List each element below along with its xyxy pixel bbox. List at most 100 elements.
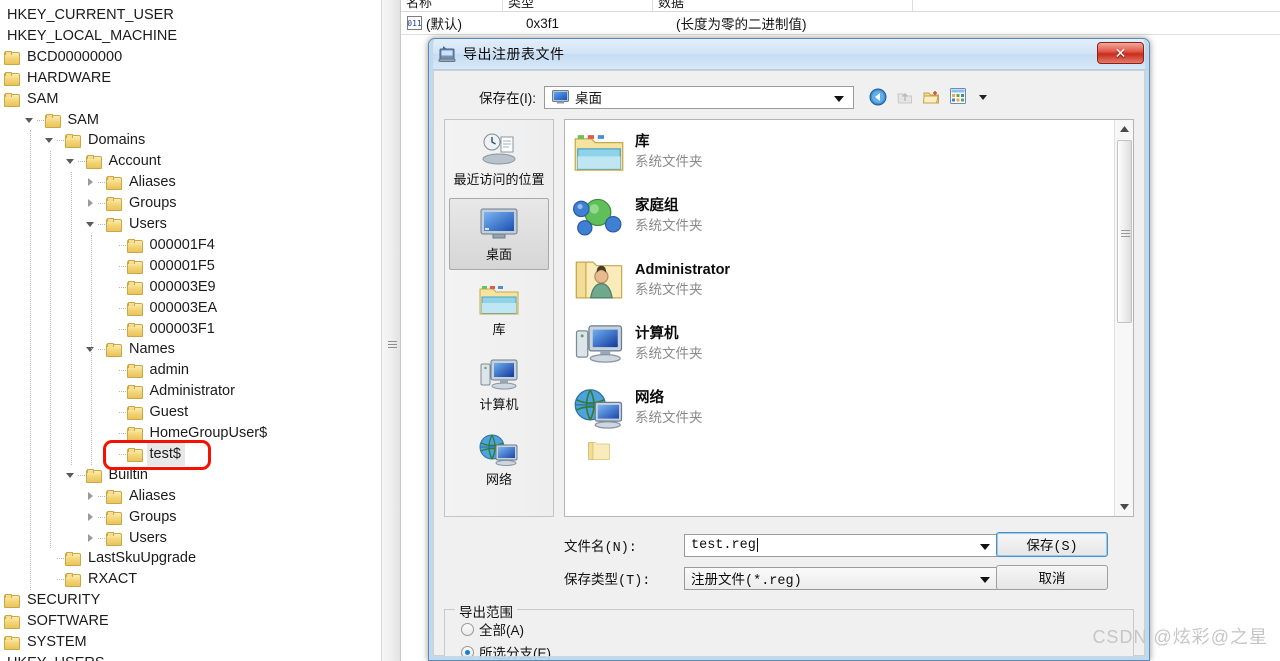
tree-item[interactable]: Users [86,214,171,235]
tree-item[interactable]: Aliases [86,486,180,507]
registry-tree-pane[interactable]: HKEY_CURRENT_USER HKEY_LOCAL_MACHINE BCD00… [0,0,381,661]
tree-item[interactable]: 000003F1 [107,319,219,340]
scroll-up-icon[interactable] [1115,120,1133,138]
tree-item[interactable]: HKEY_USERS [4,653,109,661]
tree-item[interactable]: HARDWARE [4,68,115,89]
tree-item[interactable]: HKEY_LOCAL_MACHINE [4,26,181,47]
tree-connector [57,140,64,142]
tree-item[interactable]: HKEY_CURRENT_USER [4,5,178,26]
tree-item-label: Guest [149,404,189,421]
tree-item[interactable]: Builtin [65,465,153,486]
place-item-3[interactable]: 计算机 [449,348,549,420]
tree-item[interactable]: HomeGroupUser$ [107,423,272,444]
folder-icon [126,280,143,295]
expand-arrow-icon[interactable] [86,533,97,544]
expand-arrow-icon[interactable] [86,198,97,209]
tree-item[interactable]: Groups [86,507,181,528]
tree-item[interactable]: SECURITY [4,590,104,611]
collapse-arrow-icon[interactable] [24,115,36,126]
tree-item[interactable]: 000003E9 [107,277,220,298]
tree-item-label: Aliases [129,174,176,191]
radio-export-all[interactable]: 全部(A) [461,619,524,639]
place-item-0[interactable]: 最近访问的位置 [449,123,549,195]
place-item-4[interactable]: 网络 [449,423,549,495]
save-button[interactable]: 保存(S) [996,532,1108,557]
column-header-name[interactable]: 名称 [401,0,503,11]
tree-item[interactable]: 000003EA [107,298,222,319]
tree-item[interactable]: Users [86,528,171,549]
folder-icon [65,573,81,588]
tree-item[interactable]: Names [86,339,179,360]
chevron-down-icon[interactable] [979,94,987,100]
expand-arrow-icon[interactable] [86,177,97,188]
tree-item[interactable]: SAM [24,110,103,131]
expand-arrow-icon[interactable] [86,491,97,502]
collapse-arrow-icon[interactable] [65,470,77,481]
tree-item[interactable]: Administrator [107,381,239,402]
collapse-arrow-icon[interactable] [45,135,56,146]
tree-item[interactable]: Guest [107,402,193,423]
list-item[interactable]: 库系统文件夹 [565,120,1133,184]
cancel-button[interactable]: 取消 [996,565,1108,590]
tree-item[interactable]: admin [107,360,194,381]
tree-item[interactable]: SYSTEM [4,632,91,653]
list-item[interactable]: 网络 系统文件夹 [565,376,1133,440]
folder-icon [106,176,122,191]
table-row[interactable]: 011 (默认) 0x3f1 (长度为零的二进制值) [401,12,1280,34]
text-caret [756,538,758,552]
tree-item[interactable]: test$ [107,442,185,466]
tree-item[interactable]: Aliases [86,172,180,193]
back-icon[interactable] [869,88,887,106]
tree-item[interactable]: 000001F4 [107,235,219,256]
tree-item[interactable]: Domains [45,130,149,151]
folder-icon [4,636,20,650]
tree-connector [98,182,105,184]
tree-item-label: LastSkuUpgrade [88,550,197,567]
file-list[interactable]: 库系统文件夹 家庭组 系统文件夹 Administrator 系统文件夹 计算机… [564,119,1134,517]
save-in-dropdown[interactable]: 桌面 [544,85,854,109]
close-icon[interactable]: ✕ [1097,42,1144,64]
scrollbar-thumb[interactable] [1117,140,1132,323]
folder-icon [573,425,625,477]
collapse-arrow-icon[interactable] [86,219,97,230]
collapse-arrow-icon[interactable] [65,156,77,167]
filetype-dropdown[interactable]: 注册文件(*.reg) [684,566,999,590]
list-item[interactable]: 计算机 系统文件夹 [565,312,1133,376]
pane-splitter[interactable] [381,0,401,661]
folder-icon [106,343,122,358]
place-item-2[interactable]: 库 [449,273,549,345]
column-header-type[interactable]: 类型 [503,0,653,11]
tree-item[interactable]: RXACT [45,569,141,590]
chevron-down-icon[interactable] [834,95,844,102]
new-folder-icon[interactable] [922,88,941,106]
chevron-down-icon[interactable] [980,543,990,550]
list-item[interactable]: Administrator 系统文件夹 [565,248,1133,312]
file-list-scrollbar[interactable] [1114,120,1133,516]
tree-item[interactable]: SOFTWARE [4,611,113,632]
tree-item[interactable]: Groups [86,193,181,214]
scroll-down-icon[interactable] [1115,498,1133,516]
folder-icon [4,50,20,65]
tree-item[interactable]: BCD00000000 [4,47,126,68]
filename-input[interactable]: test.reg [684,533,999,557]
views-icon[interactable] [950,88,968,106]
list-item-partial[interactable] [565,440,1133,462]
value-data-cell: (长度为零的二进制值) [676,17,807,32]
list-item[interactable]: 家庭组 系统文件夹 [565,184,1133,248]
folder-icon [44,113,61,128]
tree-item-label: Aliases [129,487,176,504]
radio-export-branch[interactable]: 所选分支(E) [461,642,551,660]
tree-item[interactable]: 000001F5 [107,256,219,277]
column-header-data[interactable]: 数据 [653,0,913,11]
folder-icon [85,155,102,170]
place-item-1[interactable]: 桌面 [449,198,549,270]
expand-arrow-icon[interactable] [86,512,97,523]
chevron-down-icon[interactable] [980,576,990,583]
list-item-subtitle: 系统文件夹 [635,346,703,361]
tree-item[interactable]: SAM [4,89,62,110]
tree-item[interactable]: LastSkuUpgrade [45,548,200,569]
tree-item[interactable]: Account [65,151,165,172]
dialog-titlebar[interactable]: 导出注册表文件 ✕ [429,39,1149,70]
save-in-row: 保存在(I): 桌面 [434,84,1144,110]
